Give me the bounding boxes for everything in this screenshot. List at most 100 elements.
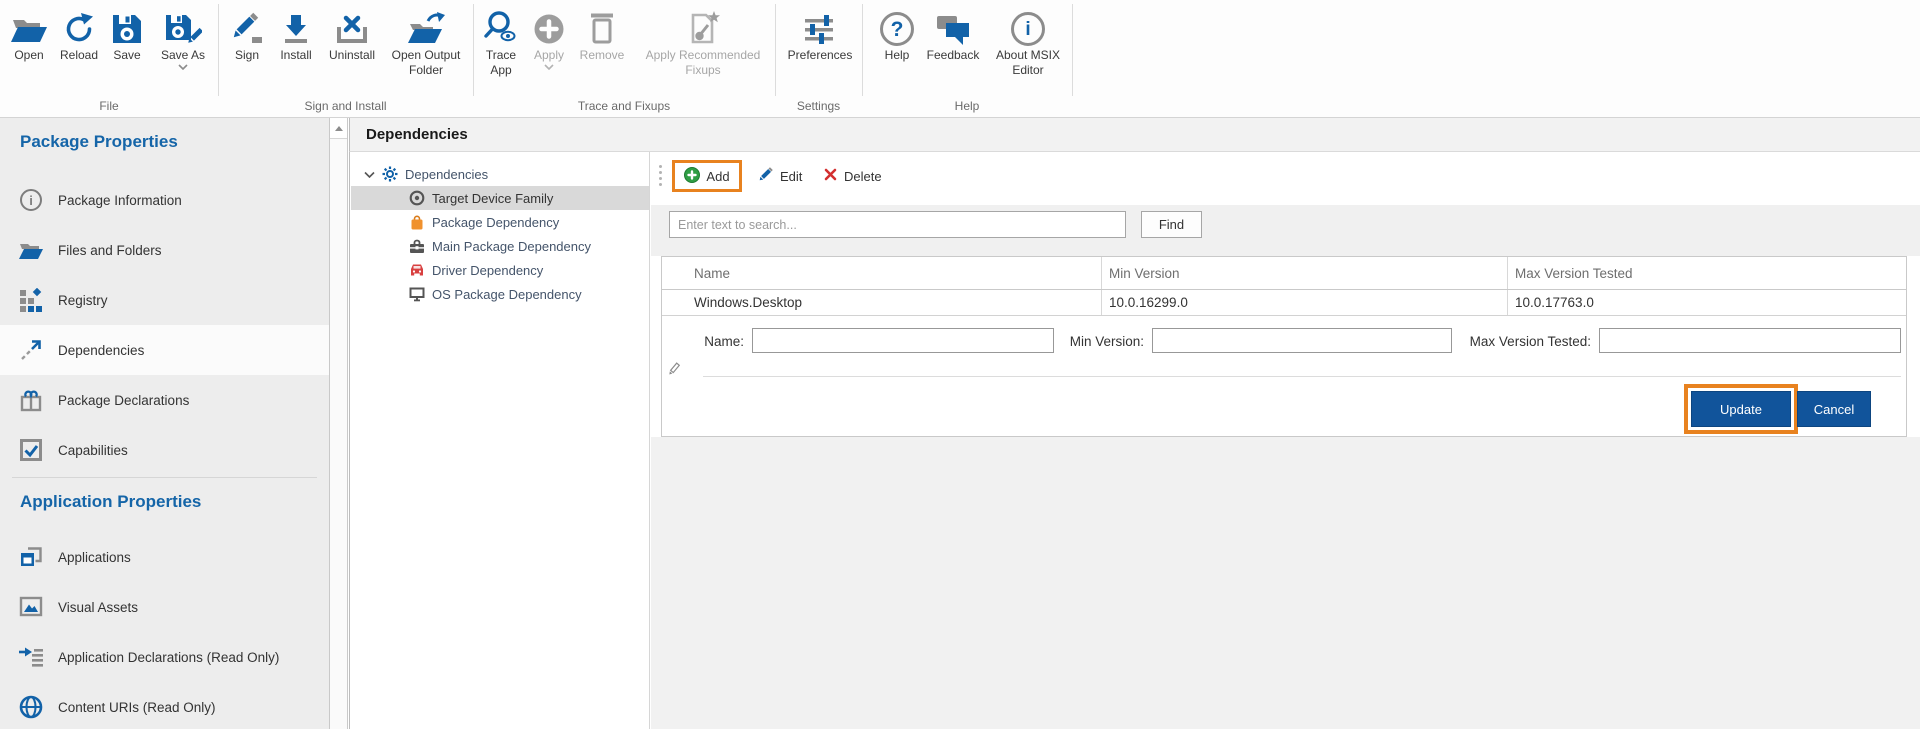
find-button[interactable]: Find — [1141, 211, 1202, 238]
button-label: Save — [104, 48, 150, 63]
about-msix-editor-button[interactable]: i About MSIX Editor — [986, 4, 1070, 78]
sign-button[interactable]: Sign — [224, 4, 270, 63]
button-label: Remove — [573, 48, 631, 63]
remove-button[interactable]: Remove — [573, 4, 631, 63]
detail-toolbar: Add Edit Delete — [651, 152, 1920, 205]
feedback-button[interactable]: Feedback — [922, 4, 984, 63]
image-icon — [14, 596, 48, 618]
chevron-down-icon[interactable] — [364, 171, 376, 178]
trash-icon — [573, 4, 631, 48]
max-version-tested-field[interactable] — [1599, 328, 1901, 353]
add-button[interactable]: Add — [672, 160, 742, 192]
sidebar-item-application-declarations[interactable]: Application Declarations (Read Only) — [0, 632, 329, 682]
name-field[interactable] — [752, 328, 1054, 353]
sidebar: Package Properties i Package Information… — [0, 118, 329, 729]
column-header-name[interactable]: Name — [687, 257, 1101, 289]
gift-icon — [14, 388, 48, 412]
sidebar-item-files-and-folders[interactable]: Files and Folders — [0, 225, 329, 275]
save-as-button[interactable]: Save As — [152, 4, 214, 72]
cell-max-version-tested: 10.0.17763.0 — [1507, 290, 1907, 315]
group-separator — [775, 4, 776, 96]
open-button[interactable]: Open — [6, 4, 52, 63]
button-label: Apply — [527, 48, 571, 63]
install-button[interactable]: Install — [272, 4, 320, 63]
button-label: Reload — [56, 48, 102, 63]
sidebar-item-visual-assets[interactable]: Visual Assets — [0, 582, 329, 632]
tree-item-package-dependency[interactable]: Package Dependency — [351, 210, 649, 234]
reload-button[interactable]: Reload — [56, 4, 102, 63]
open-output-folder-icon — [384, 4, 468, 48]
save-button[interactable]: Save — [104, 4, 150, 63]
delete-button-label: Delete — [844, 169, 882, 184]
monitor-icon — [408, 287, 425, 302]
tree-root-dependencies[interactable]: Dependencies — [351, 162, 649, 186]
checkbox-icon — [14, 438, 48, 462]
button-label: Open Output Folder — [384, 48, 468, 78]
add-plus-icon — [684, 167, 700, 186]
cell-min-version: 10.0.16299.0 — [1101, 290, 1507, 315]
group-separator — [473, 4, 474, 96]
dependencies-arrow-icon — [14, 338, 48, 362]
sidebar-item-capabilities[interactable]: Capabilities — [0, 425, 329, 475]
info-icon: i — [14, 189, 48, 211]
fixups-icon — [633, 4, 773, 48]
edit-pencil-icon — [757, 167, 773, 186]
dependencies-table: Name Min Version Max Version Tested Wind… — [661, 256, 1907, 437]
tree-item-main-package-dependency[interactable]: Main Package Dependency — [351, 234, 649, 258]
row-indicator-column — [662, 257, 687, 289]
sidebar-item-dependencies[interactable]: Dependencies — [0, 325, 329, 375]
help-button[interactable]: ? Help — [874, 4, 920, 63]
button-label: About MSIX Editor — [986, 48, 1070, 78]
toolbox-icon — [408, 239, 425, 254]
search-input[interactable] — [669, 211, 1126, 238]
button-label: Uninstall — [322, 48, 382, 63]
sidebar-item-package-declarations[interactable]: Package Declarations — [0, 375, 329, 425]
target-icon — [408, 190, 425, 206]
content-header: Dependencies — [349, 118, 1920, 152]
edit-button[interactable]: Edit — [757, 160, 802, 192]
button-label: Feedback — [922, 48, 984, 63]
apply-recommended-fixups-button[interactable]: Apply Recommended Fixups — [633, 4, 773, 78]
tree-item-os-package-dependency[interactable]: OS Package Dependency — [351, 282, 649, 306]
preferences-button[interactable]: Preferences — [780, 4, 860, 63]
about-info-icon: i — [986, 4, 1070, 48]
sidebar-item-content-uris[interactable]: Content URIs (Read Only) — [0, 682, 329, 729]
name-field-label: Name: — [662, 334, 744, 349]
dependencies-tree-panel: Dependencies Target Device Family Packag… — [349, 152, 650, 729]
group-separator — [862, 4, 863, 96]
open-output-folder-button[interactable]: Open Output Folder — [384, 4, 468, 78]
column-header-min-version[interactable]: Min Version — [1101, 257, 1507, 289]
trace-app-button[interactable]: Trace App — [477, 4, 525, 78]
button-label: Trace App — [477, 48, 525, 78]
sidebar-scrollbar[interactable] — [329, 118, 348, 729]
min-version-field[interactable] — [1152, 328, 1452, 353]
section-heading-application-properties: Application Properties — [20, 492, 201, 512]
reload-icon — [56, 4, 102, 48]
uninstall-button[interactable]: Uninstall — [322, 4, 382, 63]
button-label: Save As — [152, 48, 214, 63]
section-heading-package-properties: Package Properties — [20, 132, 178, 152]
column-header-max-version-tested[interactable]: Max Version Tested — [1507, 257, 1907, 289]
edit-button-label: Edit — [780, 169, 802, 184]
delete-button[interactable]: Delete — [824, 160, 882, 192]
group-label-file: File — [0, 99, 218, 113]
sign-pencil-icon — [224, 4, 270, 48]
table-row[interactable]: Windows.Desktop 10.0.16299.0 10.0.17763.… — [662, 290, 1906, 316]
chevron-down-icon[interactable] — [152, 64, 214, 72]
scroll-up-arrow-icon[interactable] — [330, 118, 347, 139]
sidebar-item-registry[interactable]: Registry — [0, 275, 329, 325]
sidebar-item-applications[interactable]: Applications — [0, 532, 329, 582]
add-button-label: Add — [706, 169, 729, 184]
button-label: Sign — [224, 48, 270, 63]
tree-item-target-device-family[interactable]: Target Device Family — [351, 186, 649, 210]
save-icon — [104, 4, 150, 48]
list-arrow-icon — [14, 646, 48, 668]
toolbar-grip-handle[interactable] — [659, 165, 662, 186]
tree-item-driver-dependency[interactable]: Driver Dependency — [351, 258, 649, 282]
apply-button[interactable]: Apply — [527, 4, 571, 72]
sidebar-item-package-information[interactable]: i Package Information — [0, 175, 329, 225]
chevron-down-icon[interactable] — [527, 64, 571, 72]
cancel-button[interactable]: Cancel — [1797, 391, 1871, 427]
editing-pencil-icon — [668, 362, 680, 382]
update-button[interactable]: Update — [1691, 391, 1791, 427]
